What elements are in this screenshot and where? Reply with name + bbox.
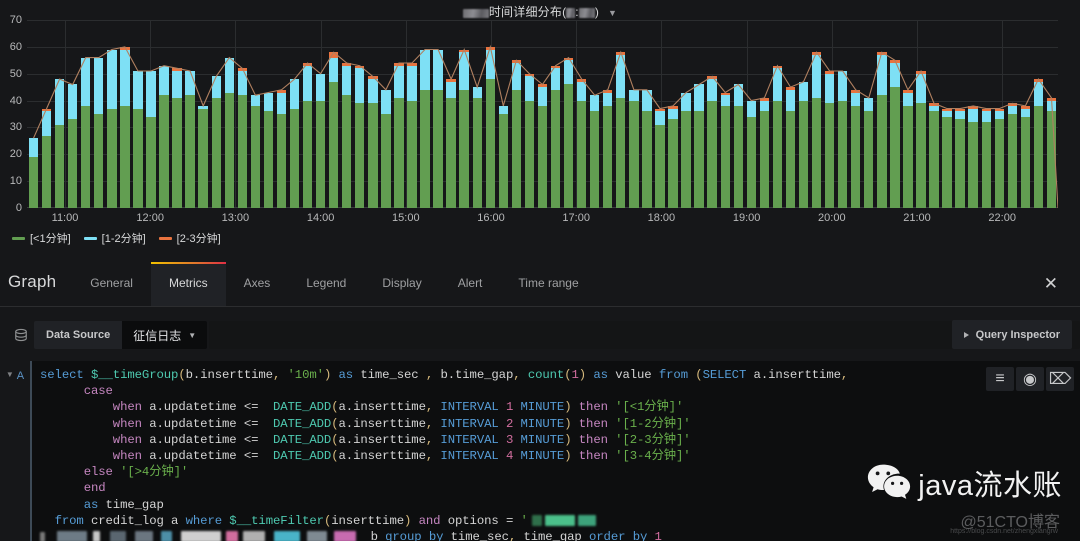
chevron-down-icon: ▼ (188, 330, 197, 340)
datasource-select[interactable]: 征信日志 ▼ (122, 321, 208, 349)
x-axis-tick-label: 15:00 (392, 212, 420, 224)
legend-item[interactable]: [2-3分钟] (158, 230, 221, 246)
legend-label: [2-3分钟] (176, 233, 221, 245)
watermark-url: https://blog.csdn.net/zhengxiangrw (950, 528, 1058, 535)
y-axis-tick-label: 40 (9, 94, 22, 107)
panel-title-text: 时间详细分布 (488, 5, 563, 19)
query-gutter: ▼ A (0, 361, 30, 541)
tab-general[interactable]: General (72, 276, 151, 306)
datasource-value: 征信日志 (133, 328, 182, 343)
eye-icon[interactable]: ◉ (1016, 367, 1044, 391)
triangle-right-icon (963, 331, 969, 338)
query-tools: ≡ ◉ ⌦ (986, 367, 1074, 391)
series-outline-lines (27, 20, 1058, 208)
sql-text[interactable]: select $__timeGroup(b.inserttime, '10m')… (32, 361, 1080, 541)
redacted-title-mid1 (566, 8, 576, 18)
editor-tabbar: Graph General Metrics Axes Legend Display Ale… (0, 258, 1080, 307)
y-axis-tick-label: 10 (9, 175, 22, 188)
datasource-row: Data Source 征信日志 ▼ (0, 318, 1080, 352)
legend-label: [<1分钟] (30, 233, 71, 245)
tab-axes[interactable]: Axes (226, 276, 289, 306)
y-axis-tick-label: 70 (9, 14, 22, 26)
panel-title-tail: ) (594, 5, 600, 19)
x-axis-tick-label: 17:00 (562, 212, 590, 224)
redacted-title-mid2 (578, 8, 595, 18)
x-axis-tick-label: 18:00 (647, 212, 676, 224)
tab-metrics[interactable]: Metrics (150, 262, 226, 306)
datasource-label: Data Source (34, 321, 123, 349)
y-axis-tick-label: 50 (9, 67, 22, 80)
tabs-host: General Metrics Axes Legend Display Alert Time… (72, 262, 596, 306)
x-axis-tick-label: 20:00 (818, 212, 846, 224)
series-outline-path (34, 47, 1059, 208)
x-axis-tick-label: 11:00 (51, 212, 79, 224)
x-axis-tick-label: 16:00 (477, 212, 505, 224)
chevron-down-icon[interactable]: ▼ (608, 8, 617, 18)
x-axis-tick-label: 12:00 (136, 212, 164, 224)
panel-editor: Graph General Metrics Axes Legend Display Ale… (0, 258, 1080, 541)
hamburger-icon[interactable]: ≡ (986, 367, 1014, 391)
x-axis-tick-label: 13:00 (221, 212, 250, 224)
trash-icon[interactable]: ⌦ (1046, 367, 1074, 391)
close-icon[interactable]: ✕ (1044, 275, 1058, 292)
legend-item[interactable]: [1-2分钟] (83, 230, 146, 246)
plot-area: 11:00 12:00 13:00 14:00 15:00 16:00 17:00 18:00… (27, 20, 1058, 224)
tab-legend[interactable]: Legend (288, 276, 364, 306)
query-row: ▼ A select $__timeGroup(b.inserttime, '1… (0, 361, 1080, 541)
graph-legend: [<1分钟] [1-2分钟] [2-3分钟] (12, 230, 221, 246)
query-inspector-label: Query Inspector (975, 328, 1060, 341)
redacted-title-prefix (462, 9, 489, 18)
editor-title: Graph (8, 272, 57, 291)
panel-title[interactable]: 时间详细分布(:) ▼ (0, 3, 1080, 20)
database-icon (8, 328, 34, 342)
legend-item[interactable]: [<1分钟] (12, 230, 71, 246)
x-axis-tick-label: 21:00 (903, 212, 931, 224)
tab-display[interactable]: Display (364, 276, 439, 306)
tab-time-range[interactable]: Time range (500, 276, 596, 306)
x-axis-tick-label: 14:00 (306, 212, 335, 224)
y-axis-tick-label: 20 (9, 148, 22, 161)
chevron-down-icon[interactable]: ▼ (6, 370, 14, 379)
legend-label: [1-2分钟] (101, 233, 146, 245)
query-editor[interactable]: select $__timeGroup(b.inserttime, '10m')… (30, 361, 1080, 541)
x-axis-tick-label: 19:00 (732, 212, 761, 224)
query-inspector-button[interactable]: Query Inspector (951, 320, 1072, 349)
y-axis-tick-label: 30 (9, 121, 22, 134)
graph-panel: 时间详细分布(:) ▼ 0 10 20 30 40 50 60 70 11:00 12:00 13:… (0, 0, 1080, 258)
y-axis-tick-label: 0 (15, 202, 22, 214)
y-axis-tick-label: 60 (9, 40, 22, 53)
x-axis-tick-label: 22:00 (988, 212, 1016, 224)
legend-swatch (158, 236, 172, 240)
legend-swatch (83, 236, 97, 240)
datasource-row-filler (209, 321, 1080, 349)
query-ref-id[interactable]: A (17, 370, 24, 382)
tab-alert[interactable]: Alert (440, 276, 501, 306)
legend-swatch (12, 236, 25, 240)
